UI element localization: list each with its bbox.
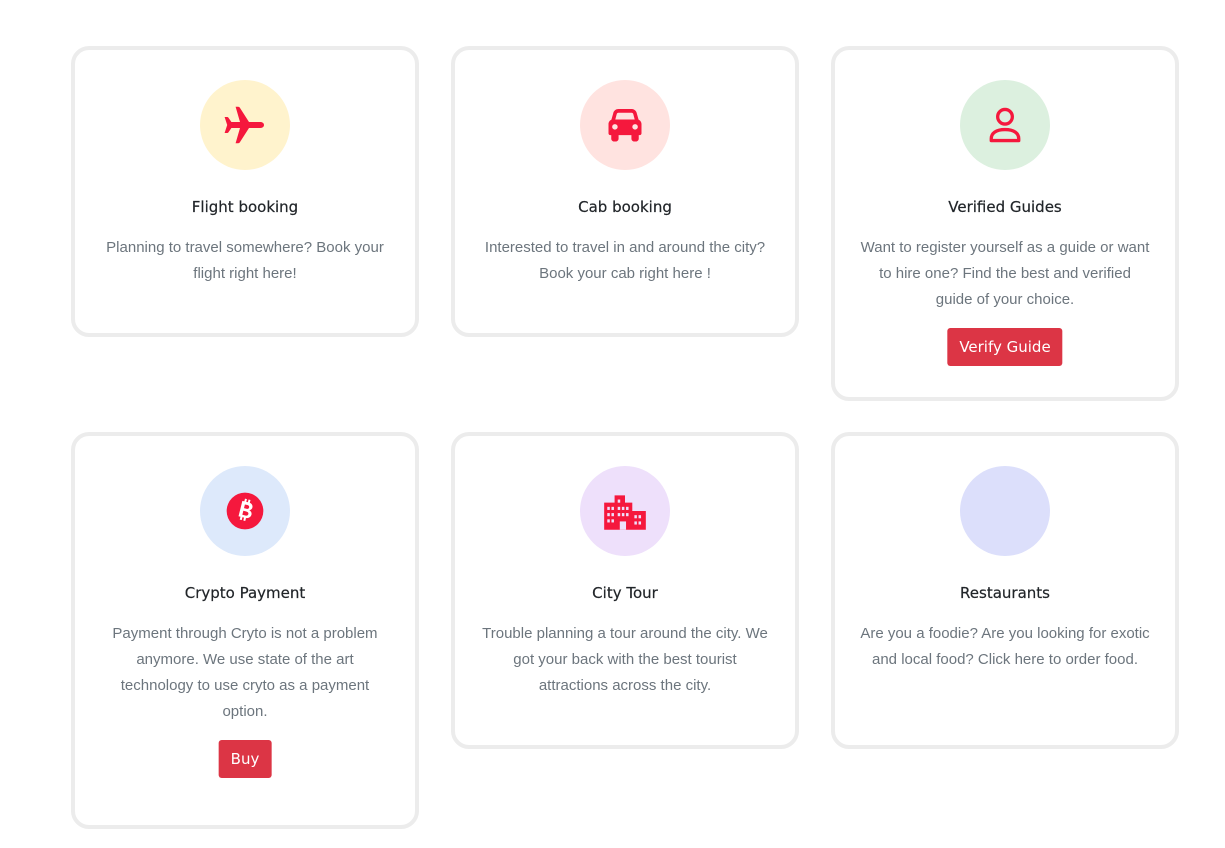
card-title: Cab booking: [578, 198, 672, 216]
icon-circle: [580, 466, 670, 556]
service-card-city-tour: City Tour Trouble planning a tour around…: [451, 432, 799, 749]
icon-circle: [580, 80, 670, 170]
bitcoin-icon: [226, 492, 264, 530]
service-card-restaurants: Restaurants Are you a foodie? Are you lo…: [831, 432, 1179, 749]
buy-button[interactable]: Buy: [218, 740, 272, 778]
service-card-crypto-payment: Crypto Payment Payment through Cryto is …: [71, 432, 419, 829]
card-title: Flight booking: [191, 198, 299, 216]
card-description: Trouble planning a tour around the city.…: [482, 625, 768, 694]
person-icon: [989, 107, 1021, 143]
service-card-verified-guides: Verified Guides Want to register yoursel…: [831, 46, 1179, 401]
icon-circle: [200, 466, 290, 556]
building-icon: [604, 495, 646, 530]
icon-circle: [200, 80, 290, 170]
card-title: City Tour: [592, 584, 658, 602]
card-description: Interested to travel in and around the c…: [484, 239, 766, 282]
card-description: Planning to travel somewhere? Book your …: [106, 239, 384, 282]
card-title: Restaurants: [960, 584, 1050, 602]
service-card-cab-booking: Cab booking Interested to travel in and …: [451, 46, 799, 337]
card-title: Verified Guides: [948, 198, 1062, 216]
card-title: Crypto Payment: [184, 584, 306, 602]
card-description: Payment through Cryto is not a problem a…: [112, 625, 378, 720]
airplane-icon: [224, 106, 264, 144]
verify-guide-button[interactable]: Verify Guide: [947, 328, 1063, 366]
card-description: Are you a foodie? Are you looking for ex…: [860, 625, 1150, 668]
icon-circle: [960, 80, 1050, 170]
card-description: Want to register yourself as a guide or …: [860, 239, 1150, 308]
service-card-flight-booking: Flight booking Planning to travel somewh…: [71, 46, 419, 337]
car-icon: [608, 109, 642, 142]
icon-circle: [960, 466, 1050, 556]
